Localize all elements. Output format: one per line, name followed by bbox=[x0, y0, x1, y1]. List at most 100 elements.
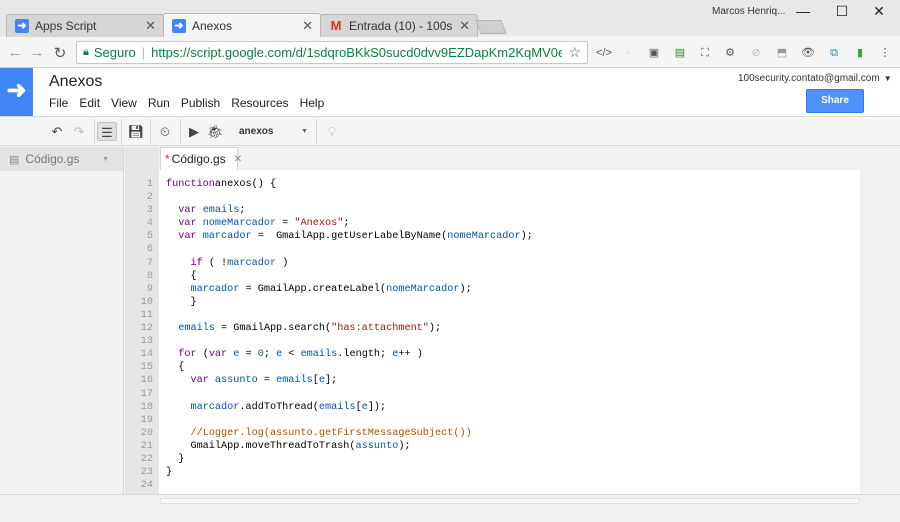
sidebar-file-codigo[interactable]: ▤ Código.gs ▼ bbox=[0, 147, 123, 171]
menu-run[interactable]: Run bbox=[148, 96, 170, 110]
bookmark-star-icon[interactable]: ☆ bbox=[568, 44, 581, 61]
project-title[interactable]: Anexos bbox=[49, 73, 102, 91]
browser-tab-apps-script[interactable]: ➜ Apps Script ✕ bbox=[6, 14, 164, 37]
reload-icon[interactable]: ↻ bbox=[51, 44, 69, 62]
close-icon[interactable]: ✕ bbox=[234, 154, 242, 165]
menu-help[interactable]: Help bbox=[300, 96, 325, 110]
close-icon[interactable]: ✕ bbox=[302, 18, 313, 34]
battery-extension-icon[interactable]: ▮ bbox=[852, 45, 868, 61]
code-line[interactable]: 19 bbox=[125, 414, 860, 427]
share-button[interactable]: Share bbox=[806, 89, 864, 113]
code-extension-icon[interactable]: </> bbox=[596, 45, 612, 61]
code-line[interactable]: 8 { bbox=[125, 270, 860, 283]
line-number: 3 bbox=[146, 205, 153, 217]
line-number: 8 bbox=[146, 270, 153, 282]
browser-tab-gmail[interactable]: M Entrada (10) - 100securit ✕ bbox=[320, 14, 478, 37]
run-play-icon[interactable]: ▶ bbox=[184, 122, 204, 141]
redo-icon[interactable]: ↷ bbox=[69, 122, 89, 141]
account-email: 100security.contato@gmail.com bbox=[738, 73, 880, 84]
code-line[interactable]: 22 } bbox=[125, 453, 860, 466]
window-extension-icon[interactable]: ⧉ bbox=[826, 45, 842, 61]
code-line[interactable]: 15 { bbox=[125, 361, 860, 374]
menu-resources[interactable]: Resources bbox=[231, 96, 288, 110]
code-line[interactable]: 13 bbox=[125, 335, 860, 348]
code-line[interactable]: 12 emails = GmailApp.search("has:attachm… bbox=[125, 322, 860, 335]
vertical-scrollbar[interactable] bbox=[860, 170, 900, 494]
block-extension-icon[interactable]: ⊘ bbox=[748, 45, 764, 61]
maximize-icon[interactable]: ☐ bbox=[831, 3, 853, 20]
menu-edit[interactable]: Edit bbox=[79, 96, 100, 110]
code-token: ); bbox=[398, 440, 411, 452]
menu-file[interactable]: File bbox=[49, 96, 68, 110]
window-close-icon[interactable]: ✕ bbox=[868, 3, 890, 20]
code-token: = GmailApp.getUserLabelByName( bbox=[251, 231, 448, 243]
toolbar-divider bbox=[94, 119, 95, 144]
minimize-icon[interactable]: — bbox=[792, 3, 814, 19]
code-line[interactable]: 10 } bbox=[125, 296, 860, 309]
debug-bug-icon[interactable]: 🐞︎ bbox=[205, 122, 225, 141]
line-content: { bbox=[166, 270, 196, 283]
toolbar-divider bbox=[121, 119, 122, 144]
indent-icon[interactable]: ☰ bbox=[97, 122, 117, 141]
back-arrow-icon[interactable]: ← bbox=[6, 44, 24, 61]
code-line[interactable]: 16 var assunto = emails[e]; bbox=[125, 374, 860, 387]
account-switcher[interactable]: 100security.contato@gmail.com ▼ bbox=[738, 73, 892, 84]
pdf-extension-icon[interactable]: ⬒ bbox=[774, 45, 790, 61]
file-tab-codigo[interactable]: * Código.gs ✕ bbox=[160, 147, 242, 170]
code-token: = GmailApp.createLabel( bbox=[239, 283, 387, 295]
close-icon[interactable]: ✕ bbox=[459, 18, 470, 34]
code-line[interactable]: 20 //Logger.log(assunto.getFirstMessageS… bbox=[125, 427, 860, 440]
file-icon: ▤ bbox=[9, 153, 20, 166]
close-icon[interactable]: ✕ bbox=[145, 18, 156, 34]
code-line[interactable]: 5 var marcador = GmailApp.getUserLabelBy… bbox=[125, 230, 860, 243]
line-content: if ( !marcador ) bbox=[166, 257, 288, 270]
profile-name[interactable]: Marcos Henriq... bbox=[712, 6, 785, 17]
menu-kebab-icon[interactable]: ⋮ bbox=[877, 45, 893, 61]
browser-tab-label: Apps Script bbox=[35, 19, 97, 33]
code-token: ; bbox=[263, 349, 277, 361]
gear-extension-icon[interactable]: ⚙ bbox=[722, 45, 738, 61]
code-line[interactable]: 2 bbox=[125, 191, 860, 204]
line-content: for (var e = 0; e < emails.length; e++ ) bbox=[166, 348, 423, 361]
new-tab-button[interactable] bbox=[475, 20, 507, 34]
forward-arrow-icon[interactable]: → bbox=[28, 44, 46, 61]
code-line[interactable]: 1 functionanexos() { bbox=[125, 178, 860, 191]
browser-tab-label: Anexos bbox=[192, 18, 233, 33]
code-line[interactable]: 9 marcador = GmailApp.createLabel(nomeMa… bbox=[125, 283, 860, 296]
eye-extension-icon[interactable]: 👁︎ bbox=[800, 45, 816, 61]
address-toolbar: ← → ↻ 🔒︎ Seguro | https://script.google.… bbox=[0, 37, 900, 68]
code-line[interactable]: 6 bbox=[125, 243, 860, 256]
code-token: ; bbox=[239, 205, 246, 217]
code-line[interactable]: 3 var emails; bbox=[125, 204, 860, 217]
browser-tab-anexos[interactable]: ➜ Anexos ✕ bbox=[163, 13, 321, 37]
sheet-extension-icon[interactable]: ▤ bbox=[672, 45, 688, 61]
triggers-clock-icon[interactable]: ⏲ bbox=[155, 122, 175, 141]
code-line[interactable]: 7 if ( !marcador ) bbox=[125, 257, 860, 270]
line-content: marcador.addToThread(emails[e]); bbox=[166, 401, 386, 414]
undo-icon[interactable]: ↶ bbox=[47, 122, 67, 141]
code-line[interactable]: 18 marcador.addToThread(emails[e]); bbox=[125, 401, 860, 414]
address-input[interactable]: 🔒︎ Seguro | https://script.google.com/d/… bbox=[76, 41, 588, 64]
screenshot-extension-icon[interactable]: ⛶ bbox=[697, 45, 713, 61]
code-line[interactable]: 21 GmailApp.moveThreadToTrash(assunto); bbox=[125, 440, 860, 453]
code-line[interactable]: 24 bbox=[125, 479, 860, 492]
code-line[interactable]: 17 bbox=[125, 388, 860, 401]
code-token: //Logger.log(assunto.getFirstMessageSubj… bbox=[190, 427, 472, 439]
horizontal-scrollbar[interactable] bbox=[160, 498, 860, 504]
code-line[interactable]: 14 for (var e = 0; e < emails.length; e+… bbox=[125, 348, 860, 361]
code-line[interactable]: 4 var nomeMarcador = "Anexos"; bbox=[125, 217, 860, 230]
menu-publish[interactable]: Publish bbox=[181, 96, 220, 110]
code-line[interactable]: 11 bbox=[125, 309, 860, 322]
save-icon[interactable]: 💾︎ bbox=[126, 122, 146, 141]
menu-view[interactable]: View bbox=[111, 96, 137, 110]
apps-script-logo-icon[interactable]: ➜ bbox=[0, 68, 33, 116]
chevron-down-icon[interactable]: ▼ bbox=[102, 156, 109, 163]
code-line[interactable]: 23} bbox=[125, 466, 860, 479]
code-token: "Anexos" bbox=[294, 218, 344, 230]
function-select[interactable]: anexos ▼ bbox=[229, 122, 313, 141]
lightbulb-icon[interactable]: 💡︎ bbox=[322, 122, 342, 141]
puzzle-extension-icon[interactable]: ▫ bbox=[620, 45, 636, 61]
code-token: var bbox=[178, 231, 197, 243]
square-extension-icon[interactable]: ▣ bbox=[646, 45, 662, 61]
